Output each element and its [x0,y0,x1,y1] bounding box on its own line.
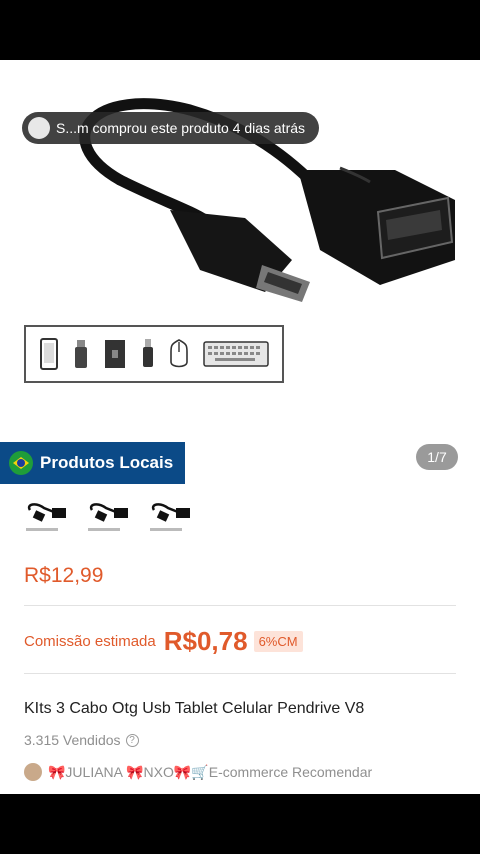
brazil-flag-icon [9,451,33,475]
usb-plug-icon [143,339,153,367]
product-title: KIts 3 Cabo Otg Usb Tablet Celular Pendr… [24,700,365,717]
compatible-devices-strip [24,325,284,383]
estimated-commission: Comissão estimada R$0,78 6%CM [24,626,303,657]
toast-text: S...m comprou este produto 4 dias atrás [56,120,306,136]
local-products-banner: Produtos Locais [0,442,185,484]
shop-name: 🎀JULIANA 🎀NXO🎀🛒E-commerce Recomendar [48,763,373,780]
mouse-icon [170,339,188,368]
keyboard-icon [203,341,269,367]
divider [24,673,456,674]
help-icon[interactable]: ? [125,733,139,747]
navigation-bar [0,794,480,854]
sold-count-text: 3.315 Vendidos [24,732,121,748]
commission-label: Comissão estimada [24,633,156,650]
divider [24,605,456,606]
shop-avatar [24,763,42,781]
image-counter: 1/7 [416,444,458,470]
thumbnail-2[interactable] [86,500,130,536]
recent-purchase-toast: S...m comprou este produto 4 dias atrás [22,112,320,144]
phone-icon [40,338,58,370]
product-page: S...m comprou este produto 4 dias atrás [0,60,480,794]
product-image[interactable]: S...m comprou este produto 4 dias atrás [0,60,480,440]
hard-drive-icon [105,340,125,368]
banner-label: Produtos Locais [40,453,174,472]
usb-stick-icon [75,340,87,368]
product-price: R$12,99 [24,564,104,587]
variant-thumbnails [24,500,192,536]
buyer-avatar [28,117,50,139]
thumbnail-1[interactable] [24,500,68,536]
sold-count: 3.315 Vendidos ? [24,732,139,748]
commission-amount: R$0,78 [163,626,248,656]
commission-rate-badge: 6%CM [253,631,303,652]
otg-cable-image [79,98,455,302]
status-bar [0,0,480,60]
shop-info[interactable]: 🎀JULIANA 🎀NXO🎀🛒E-commerce Recomendar [24,763,372,781]
thumbnail-3[interactable] [148,500,192,536]
